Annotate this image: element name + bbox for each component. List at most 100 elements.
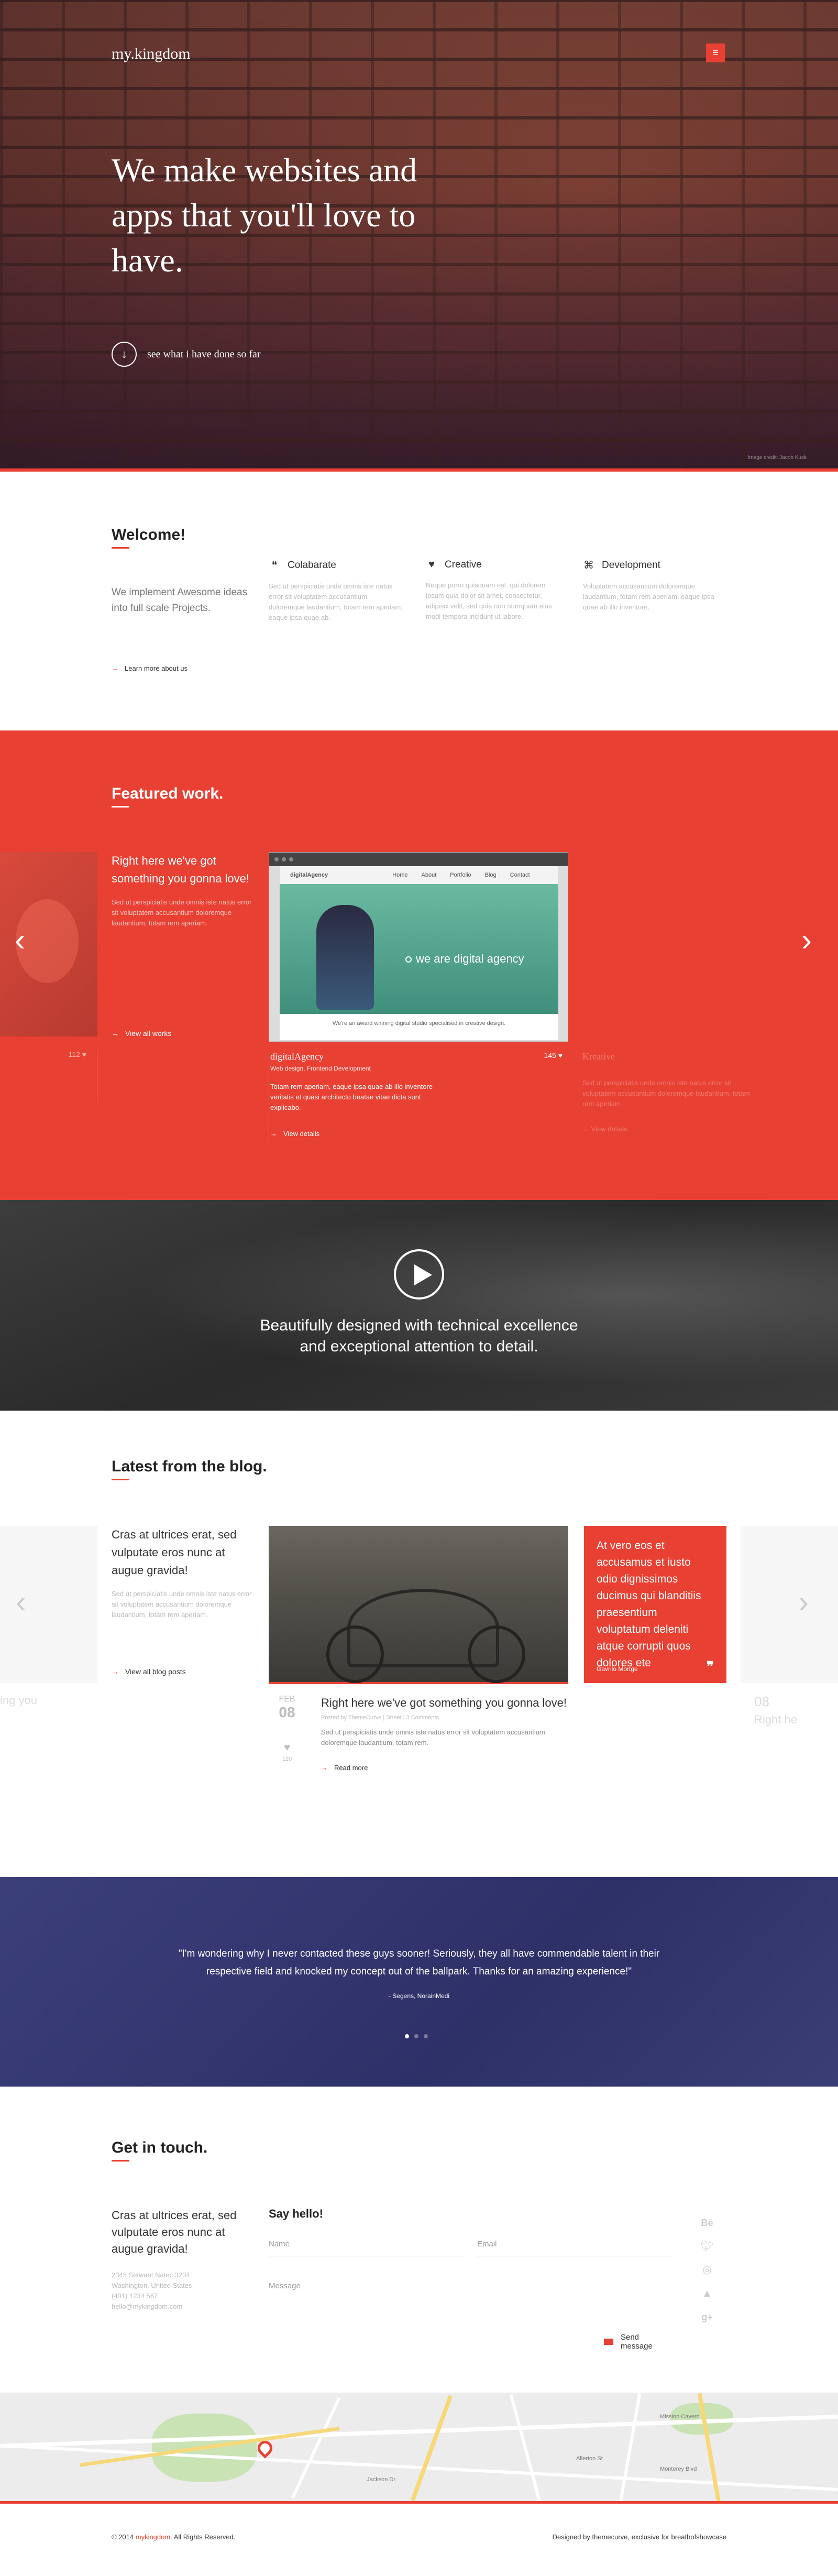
collaborate-icon: ❝ (271, 560, 278, 571)
arrow-right-icon: → (321, 1764, 328, 1772)
screenshot-nav: digitalAgency Home About Portfolio Blog Cont… (280, 866, 558, 884)
feature-title: Colabarate (288, 559, 336, 571)
testimonial-pagination (405, 2034, 433, 2038)
hero-headline: We make websites and apps that you'll lo… (112, 151, 417, 279)
contact-email[interactable]: hello@mykingdom.com (112, 2301, 253, 2312)
arrow-right-icon: → (112, 1667, 119, 1676)
arrow-right-icon: → (112, 664, 118, 672)
project-likes[interactable]: 145 ♥ (544, 1051, 563, 1060)
video-section: Beautifully designed with technical exce… (0, 1200, 838, 1411)
play-button[interactable] (394, 1249, 444, 1300)
contact-section: Get in touch. Cras at ultrices erat, sed… (0, 2087, 838, 2393)
chevron-left-icon[interactable]: ‹ (15, 924, 25, 956)
footer-brand-link[interactable]: mykingdom (136, 2533, 170, 2541)
view-all-works-link[interactable]: → View all works (112, 1029, 171, 1038)
pagination-dot[interactable] (405, 2034, 409, 2038)
heart-icon: ♥ (428, 559, 435, 570)
blog-section: Latest from the blog. ‹ ing you Cras at … (0, 1411, 838, 1877)
screenshot-footer: We're an award winning digital studio sp… (280, 1014, 558, 1040)
command-icon: ⌘ (583, 560, 594, 571)
chevron-left-icon[interactable]: ‹ (16, 1584, 26, 1620)
contact-title: Get in touch. (112, 2139, 207, 2162)
blog-intro-text: Sed ut perspiciatis unde omnis iste natu… (112, 1590, 252, 1619)
view-details-link[interactable]: → View details (270, 1130, 319, 1138)
social-links: Bē 🐦︎ ◎ ▲ g+ (697, 2211, 718, 2329)
next-project-info: Kreative Sed ut perspiciatis unde omnis … (582, 1051, 760, 1133)
play-icon (414, 1264, 432, 1285)
dribbble-icon[interactable]: ◎ (697, 2258, 718, 2282)
feature-title: Development (602, 559, 660, 571)
welcome-title: Welcome! (112, 526, 185, 549)
contact-address: 2345 Setwant Natec 3234 Washington, Unit… (112, 2270, 253, 2312)
blog-intro: Cras at ultrices erat, sed vulputate ero… (112, 1526, 258, 1620)
testimonial-author: - Segens, NorainMedi (388, 1992, 450, 2000)
map-label: Jackson Dr (367, 2476, 396, 2483)
post-title[interactable]: Right here we've got something you gonna… (321, 1695, 567, 1711)
quote-card[interactable]: At vero eos et accusamus et iusto odio d… (584, 1526, 726, 1683)
arrow-right-icon: → (270, 1130, 277, 1138)
read-more-link[interactable]: → Read more (321, 1764, 567, 1772)
twitter-icon[interactable]: 🐦︎ (697, 2235, 718, 2258)
next-post-card[interactable]: › (741, 1526, 838, 1683)
learn-more-link[interactable]: → Learn more about us (112, 664, 188, 672)
post-excerpt: Sed ut perspiciatis unde omnis iste natu… (321, 1728, 545, 1747)
featured-intro: Right here we've got something you gonna… (112, 852, 253, 929)
feature-text: Sed ut perspiciatis unde omnis iste natu… (269, 582, 403, 621)
project-screenshot[interactable]: digitalAgency Home About Portfolio Blog Cont… (269, 852, 568, 1042)
hero-divider (0, 468, 838, 472)
email-field[interactable]: Email (477, 2240, 673, 2256)
blog-title: Latest from the blog. (112, 1458, 267, 1480)
post-summary: Right here we've got something you gonna… (321, 1695, 567, 1772)
post-image[interactable] (269, 1526, 568, 1684)
feature-text: Voluptatem accusantium doloremque laudan… (583, 582, 714, 611)
message-field[interactable]: Message (269, 2282, 673, 2298)
arrow-down-icon: ↓ (112, 342, 137, 367)
prev-post-card[interactable]: ‹ (0, 1526, 97, 1683)
contact-phone[interactable]: (401) 1234 567 (112, 2291, 253, 2301)
send-message-button[interactable]: Send message (604, 2333, 673, 2351)
feature-collaborate: ❝ Colabarate Sed ut perspiciatis unde omn… (269, 559, 405, 623)
contact-info: Cras at ultrices erat, sed vulputate ero… (112, 2207, 253, 2312)
view-all-posts-link[interactable]: → View all blog posts (112, 1667, 186, 1676)
project-tags: Web design, Frontend Development (270, 1065, 371, 1072)
post-byline: Posted by ThemeCurve | Street | 3 Commen… (321, 1715, 439, 1721)
project-name[interactable]: digitalAgency (270, 1051, 324, 1062)
menu-button[interactable]: ≡ (706, 43, 725, 62)
welcome-section: Welcome! We implement Awesome ideas into… (0, 475, 838, 730)
feature-title: Creative (445, 559, 482, 570)
logo[interactable]: my.kingdom (112, 45, 191, 63)
designed-by[interactable]: Designed by themecurve, exclusive for br… (553, 2533, 726, 2541)
testimonial-quote: "I'm wondering why I never contacted the… (178, 1948, 660, 1977)
googleplus-icon[interactable]: g+ (697, 2306, 718, 2329)
quote-icon: ❞ (707, 1658, 714, 1674)
hero-cta[interactable]: ↓ see what i have done so far (112, 342, 261, 367)
behance-icon[interactable]: Bē (697, 2211, 718, 2235)
prev-project-info: 112 ♥ (0, 1050, 97, 1103)
chevron-right-icon[interactable]: › (798, 1584, 809, 1620)
next-view-details-link[interactable]: → View details (582, 1125, 760, 1133)
next-post-preview: 08 Right he (754, 1694, 797, 1726)
heart-icon[interactable]: ♥ (269, 1742, 305, 1754)
name-field[interactable]: Name (269, 2240, 462, 2256)
featured-intro-text: Sed ut perspiciatis unde omnis iste natu… (112, 898, 252, 927)
contact-form: Say hello! Name Email Message Send messa… (269, 2207, 673, 2351)
map-section[interactable]: Mission Cavern Allerton St Monterey Blvd… (0, 2393, 838, 2504)
hamburger-icon: ≡ (712, 47, 719, 59)
post-date: FEB 08 ♥ 120 (269, 1695, 305, 1762)
blog-intro-title: Cras at ultrices erat, sed vulputate ero… (112, 1528, 237, 1577)
envelope-icon (604, 2339, 613, 2345)
welcome-intro: We implement Awesome ideas into full sca… (112, 587, 248, 614)
project-text: Totam rem aperiam, eaque ipsa quae ab il… (270, 1083, 433, 1111)
forrst-icon[interactable]: ▲ (697, 2282, 718, 2306)
post-likes: 120 (282, 1756, 292, 1762)
pagination-dot[interactable] (414, 2034, 418, 2038)
map-label: Allerton St (576, 2455, 603, 2462)
chevron-right-icon[interactable]: › (801, 924, 812, 956)
contact-intro: Cras at ultrices erat, sed vulputate ero… (112, 2209, 237, 2255)
next-project-name[interactable]: Kreative (582, 1051, 760, 1062)
form-title: Say hello! (269, 2207, 323, 2220)
arrow-right-icon: → (112, 1029, 119, 1038)
feature-development: ⌘ Development Voluptatem accusantium dolo… (583, 559, 719, 613)
quote-text: At vero eos et accusamus et iusto odio d… (597, 1540, 701, 1669)
pagination-dot[interactable] (424, 2034, 428, 2038)
